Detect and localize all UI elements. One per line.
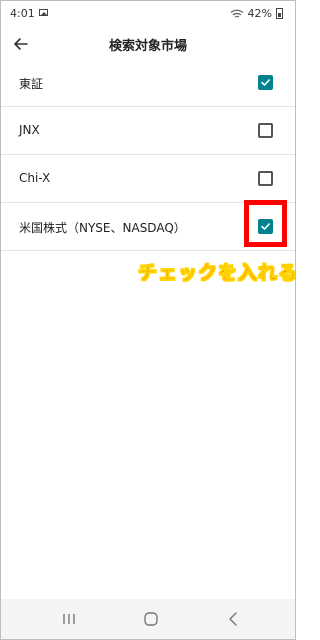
battery-icon	[276, 8, 283, 19]
market-label: 東証	[19, 77, 44, 91]
status-time: 4:01	[10, 7, 35, 20]
annotation-text: チェックを入れる	[138, 262, 296, 285]
market-row-chix[interactable]: Chi-X	[1, 155, 295, 203]
battery-percent: 42%	[247, 7, 272, 20]
highlight-box	[244, 200, 287, 247]
market-row-jnx[interactable]: JNX	[1, 107, 295, 155]
checkbox-unchecked[interactable]	[258, 171, 273, 186]
market-label: JNX	[19, 123, 40, 137]
wifi-icon	[230, 9, 244, 19]
image-icon	[39, 9, 48, 16]
page-title: 検索対象市場	[108, 39, 187, 54]
navigation-bar	[1, 599, 295, 639]
market-row-tosho[interactable]: 東証	[1, 59, 295, 107]
screen: 4:01 42% 検索対象市場 東証 JNX Chi-X 米国株式（NYSE、N…	[0, 0, 296, 640]
checkbox-checked[interactable]	[258, 75, 273, 90]
app-bar: 検索対象市場	[1, 27, 295, 61]
checkbox-unchecked[interactable]	[258, 123, 273, 138]
back-icon[interactable]	[224, 611, 244, 627]
recents-icon[interactable]	[59, 611, 79, 627]
market-label: 米国株式（NYSE、NASDAQ）	[19, 221, 186, 235]
market-label: Chi-X	[19, 171, 51, 185]
home-icon[interactable]	[141, 611, 161, 627]
status-right: 42%	[230, 7, 283, 20]
status-bar: 4:01 42%	[1, 1, 295, 27]
